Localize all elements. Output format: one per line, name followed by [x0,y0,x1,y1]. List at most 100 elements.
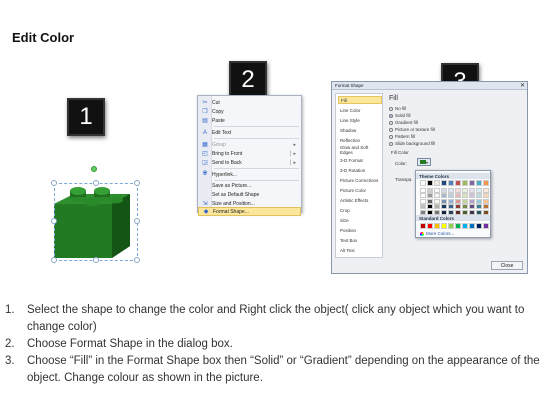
theme-color-swatch[interactable] [483,193,489,198]
category-3d-rotation[interactable]: 3-D Rotation [338,166,382,174]
no-fill-radio[interactable]: No fill [389,106,406,111]
standard-color-swatch[interactable] [427,223,433,229]
theme-color-swatch[interactable] [462,187,468,193]
theme-color-swatch[interactable] [427,180,433,186]
solid-fill-radio[interactable]: Solid fill [389,113,411,118]
color-picker-button[interactable]: ▾ [417,158,431,166]
theme-color-swatch[interactable] [455,209,461,215]
resize-handle[interactable] [51,180,57,186]
theme-color-swatch[interactable] [462,198,468,204]
standard-color-swatch[interactable] [441,223,447,229]
more-colors-link[interactable]: More Colors... [420,231,454,236]
theme-color-swatch[interactable] [476,198,482,204]
resize-handle[interactable] [51,257,57,263]
menu-item-edit-text[interactable]: A Edit Text [198,128,301,137]
theme-color-swatch[interactable] [434,193,440,198]
theme-color-swatch[interactable] [427,198,433,204]
standard-color-swatch[interactable] [455,223,461,229]
standard-color-swatch[interactable] [476,223,482,229]
close-icon[interactable]: ✕ [520,82,525,89]
menu-item-cut[interactable]: ✂ Cut [198,98,301,107]
standard-color-swatch[interactable] [448,223,454,229]
theme-color-swatch[interactable] [483,180,489,186]
category-reflection[interactable]: Reflection [338,136,382,144]
theme-color-swatch[interactable] [441,198,447,204]
theme-color-swatch[interactable] [427,204,433,209]
theme-color-swatch[interactable] [427,187,433,193]
category-line-color[interactable]: Line Color [338,106,382,114]
category-3d-format[interactable]: 3-D Format [338,156,382,164]
theme-color-swatch[interactable] [462,193,468,198]
theme-color-swatch[interactable] [476,193,482,198]
theme-color-swatch[interactable] [434,204,440,209]
category-glow-soft-edges[interactable]: Glow and Soft Edges [338,145,382,155]
theme-color-swatch[interactable] [420,180,426,186]
category-picture-corrections[interactable]: Picture Corrections [338,176,382,184]
category-line-style[interactable]: Line Style [338,116,382,124]
theme-color-swatch[interactable] [448,193,454,198]
theme-color-swatch[interactable] [434,209,440,215]
theme-color-swatch[interactable] [434,180,440,186]
theme-color-swatch[interactable] [469,180,475,186]
theme-color-swatch[interactable] [455,204,461,209]
theme-color-swatch[interactable] [441,209,447,215]
theme-color-swatch[interactable] [448,209,454,215]
theme-color-swatch[interactable] [441,193,447,198]
menu-item-copy[interactable]: ❐ Copy [198,107,301,116]
menu-item-paste[interactable]: ▤ Paste [198,116,301,125]
theme-color-swatch[interactable] [483,187,489,193]
theme-color-swatch[interactable] [483,209,489,215]
theme-color-swatch[interactable] [476,187,482,193]
theme-color-swatch[interactable] [462,180,468,186]
theme-color-swatch[interactable] [469,187,475,193]
standard-color-swatch[interactable] [469,223,475,229]
category-position[interactable]: Position [338,226,382,234]
theme-color-swatch[interactable] [483,204,489,209]
category-crop[interactable]: Crop [338,206,382,214]
menu-item-group[interactable]: ▦ Group ▸ [198,140,301,149]
picture-fill-radio[interactable]: Picture or texture fill [389,127,435,132]
theme-color-swatch[interactable] [455,198,461,204]
category-alt-text[interactable]: Alt Text [338,246,382,254]
theme-color-swatch[interactable] [455,187,461,193]
pattern-fill-radio[interactable]: Pattern fill [389,134,415,139]
menu-item-send-to-back[interactable]: ◲ Send to Back │ ▸ [198,158,301,167]
theme-color-swatch[interactable] [448,180,454,186]
theme-color-swatch[interactable] [420,198,426,204]
theme-color-swatch[interactable] [476,204,482,209]
resize-handle[interactable] [134,218,140,224]
theme-color-swatch[interactable] [441,187,447,193]
slide-background-fill-radio[interactable]: Slide background fill [389,141,435,146]
category-text-box[interactable]: Text Box [338,236,382,244]
theme-color-swatch[interactable] [448,198,454,204]
theme-color-swatch[interactable] [455,180,461,186]
standard-color-swatch[interactable] [483,223,489,229]
theme-color-swatch[interactable] [469,193,475,198]
menu-item-save-as-picture[interactable]: Save as Picture... [198,181,301,190]
theme-color-swatch[interactable] [420,193,426,198]
theme-color-swatch[interactable] [469,204,475,209]
menu-item-bring-to-front[interactable]: ◰ Bring to Front │ ▸ [198,149,301,158]
standard-color-swatch[interactable] [420,223,426,229]
theme-color-swatch[interactable] [448,204,454,209]
theme-color-swatch[interactable] [462,204,468,209]
category-fill[interactable]: Fill [338,96,382,104]
category-size[interactable]: Size [338,216,382,224]
resize-handle[interactable] [51,218,57,224]
lego-brick-shape[interactable] [48,166,140,264]
theme-color-swatch[interactable] [462,209,468,215]
theme-color-swatch[interactable] [434,198,440,204]
close-button[interactable]: Close [491,261,523,270]
theme-color-swatch[interactable] [483,198,489,204]
theme-color-swatch[interactable] [469,198,475,204]
menu-item-hyperlink[interactable]: 🌐︎ Hyperlink... [198,170,301,179]
category-picture-color[interactable]: Picture Color [338,186,382,194]
theme-color-swatch[interactable] [427,209,433,215]
resize-handle[interactable] [93,257,99,263]
menu-item-format-shape[interactable]: ◆ Format Shape... [198,207,301,216]
theme-color-swatch[interactable] [476,209,482,215]
category-shadow[interactable]: Shadow [338,126,382,134]
resize-handle[interactable] [134,257,140,263]
menu-item-set-default-shape[interactable]: Set as Default Shape [198,190,301,199]
theme-color-swatch[interactable] [441,180,447,186]
